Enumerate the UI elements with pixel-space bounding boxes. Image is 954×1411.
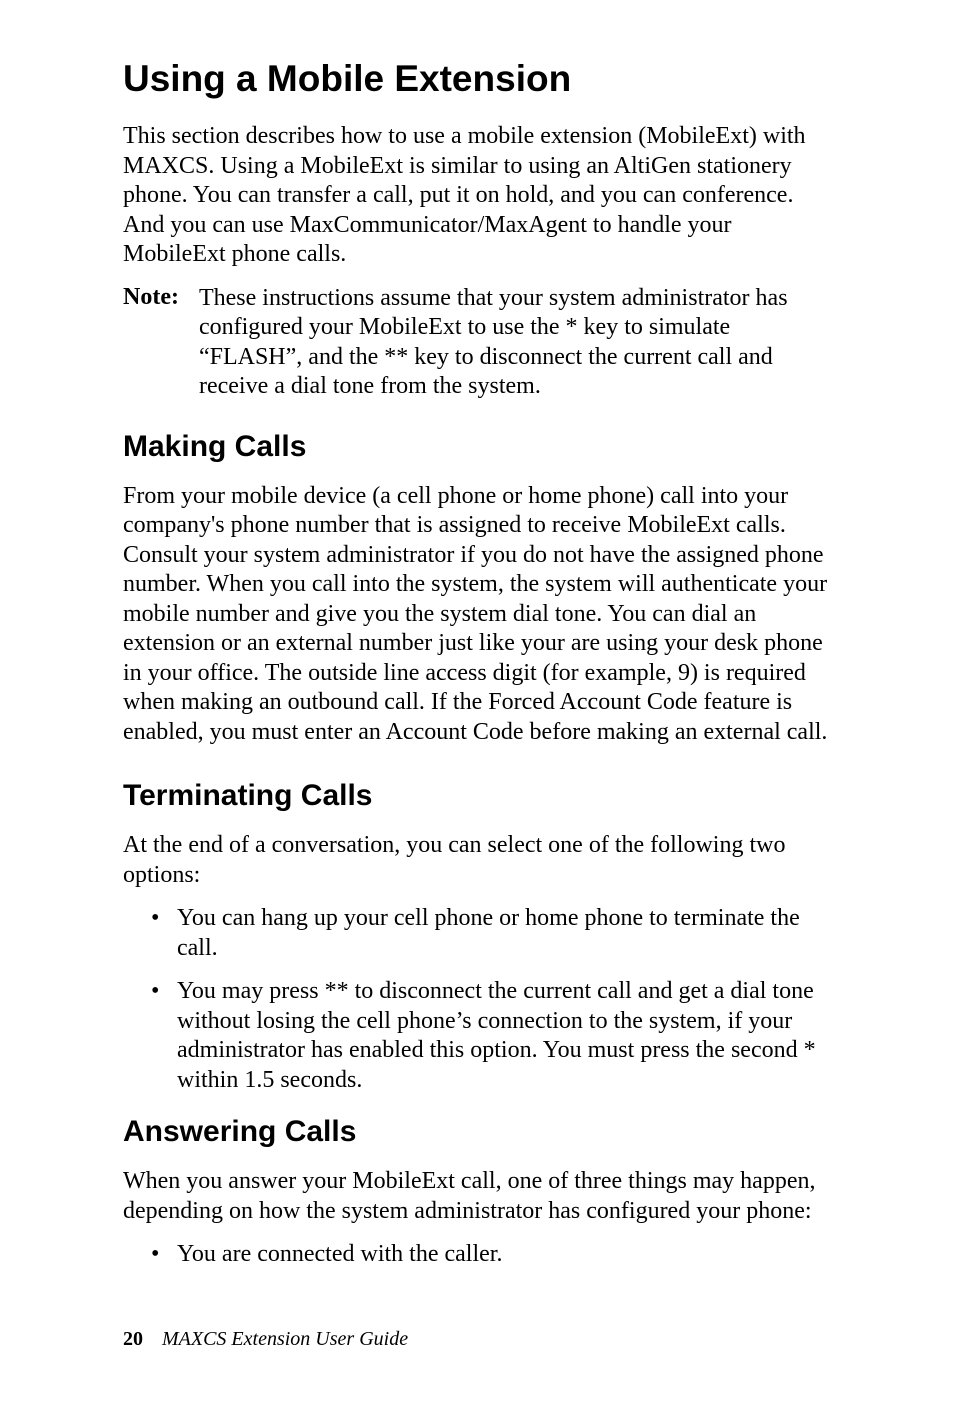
terminating-list: • You can hang up your cell phone or hom… — [123, 904, 836, 1095]
list-item: • You may press ** to disconnect the cur… — [123, 977, 836, 1095]
bullet-icon: • — [151, 1240, 177, 1270]
page-number: 20 — [123, 1328, 143, 1350]
note-text: These instructions assume that your syst… — [199, 284, 836, 402]
answering-list: • You are connected with the caller. — [123, 1240, 836, 1270]
note-block: Note: These instructions assume that you… — [123, 284, 836, 402]
bullet-icon: • — [151, 977, 177, 1007]
section-heading: Using a Mobile Extension — [123, 58, 836, 100]
list-item-text: You may press ** to disconnect the curre… — [177, 977, 836, 1095]
bullet-icon: • — [151, 904, 177, 934]
list-item: • You are connected with the caller. — [123, 1240, 836, 1270]
list-item-text: You can hang up your cell phone or home … — [177, 904, 836, 963]
terminating-calls-heading: Terminating Calls — [123, 779, 836, 813]
terminating-calls-body: At the end of a conversation, you can se… — [123, 831, 836, 890]
footer-title: MAXCS Extension User Guide — [162, 1328, 408, 1350]
answering-calls-body: When you answer your MobileExt call, one… — [123, 1167, 836, 1226]
answering-calls-heading: Answering Calls — [123, 1115, 836, 1149]
making-calls-body: From your mobile device (a cell phone or… — [123, 482, 836, 748]
list-item-text: You are connected with the caller. — [177, 1240, 836, 1270]
page-footer: 20 MAXCS Extension User Guide — [123, 1328, 408, 1351]
note-label: Note: — [123, 284, 199, 311]
list-item: • You can hang up your cell phone or hom… — [123, 904, 836, 963]
document-page: Using a Mobile Extension This section de… — [0, 0, 954, 1411]
making-calls-heading: Making Calls — [123, 430, 836, 464]
intro-paragraph: This section describes how to use a mobi… — [123, 122, 836, 270]
